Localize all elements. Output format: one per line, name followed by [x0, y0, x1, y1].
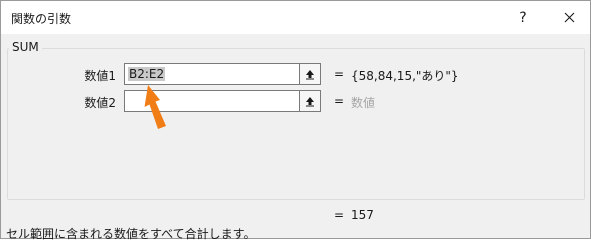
close-button[interactable]: [548, 1, 590, 34]
argument-1-field[interactable]: B2:E2: [124, 63, 301, 85]
collapse-dialog-icon: [306, 96, 314, 106]
orange-arrow-icon: [144, 85, 166, 129]
function-result-equals: =: [334, 208, 345, 222]
argument-1-result: {58,84,15,"あり"}: [351, 69, 459, 83]
argument-2-equals: =: [334, 94, 345, 108]
title-bar[interactable]: 関数の引数 ?: [1, 1, 590, 34]
argument-1-equals: =: [334, 67, 345, 81]
argument-2-collapse-button[interactable]: [299, 90, 321, 112]
argument-2-result: 数値: [351, 96, 376, 110]
close-icon: [564, 12, 574, 23]
argument-2-label: 数値2: [84, 96, 116, 110]
argument-1-label: 数値1: [84, 69, 116, 83]
function-description: セル範囲に含まれる数値をすべて合計します。: [6, 227, 256, 240]
collapse-dialog-icon: [306, 69, 314, 79]
help-button[interactable]: ?: [506, 1, 540, 34]
function-arguments-dialog: 関数の引数 ? SUM 数値1 B2:E2 = {58,84,15,"あり"} …: [0, 0, 591, 240]
argument-1-collapse-button[interactable]: [299, 63, 321, 85]
function-result-value: 157: [351, 208, 374, 222]
help-label: ?: [519, 9, 527, 26]
argument-1-input[interactable]: B2:E2: [128, 67, 166, 81]
function-name: SUM: [9, 40, 42, 54]
dialog-title: 関数の引数: [11, 12, 72, 26]
